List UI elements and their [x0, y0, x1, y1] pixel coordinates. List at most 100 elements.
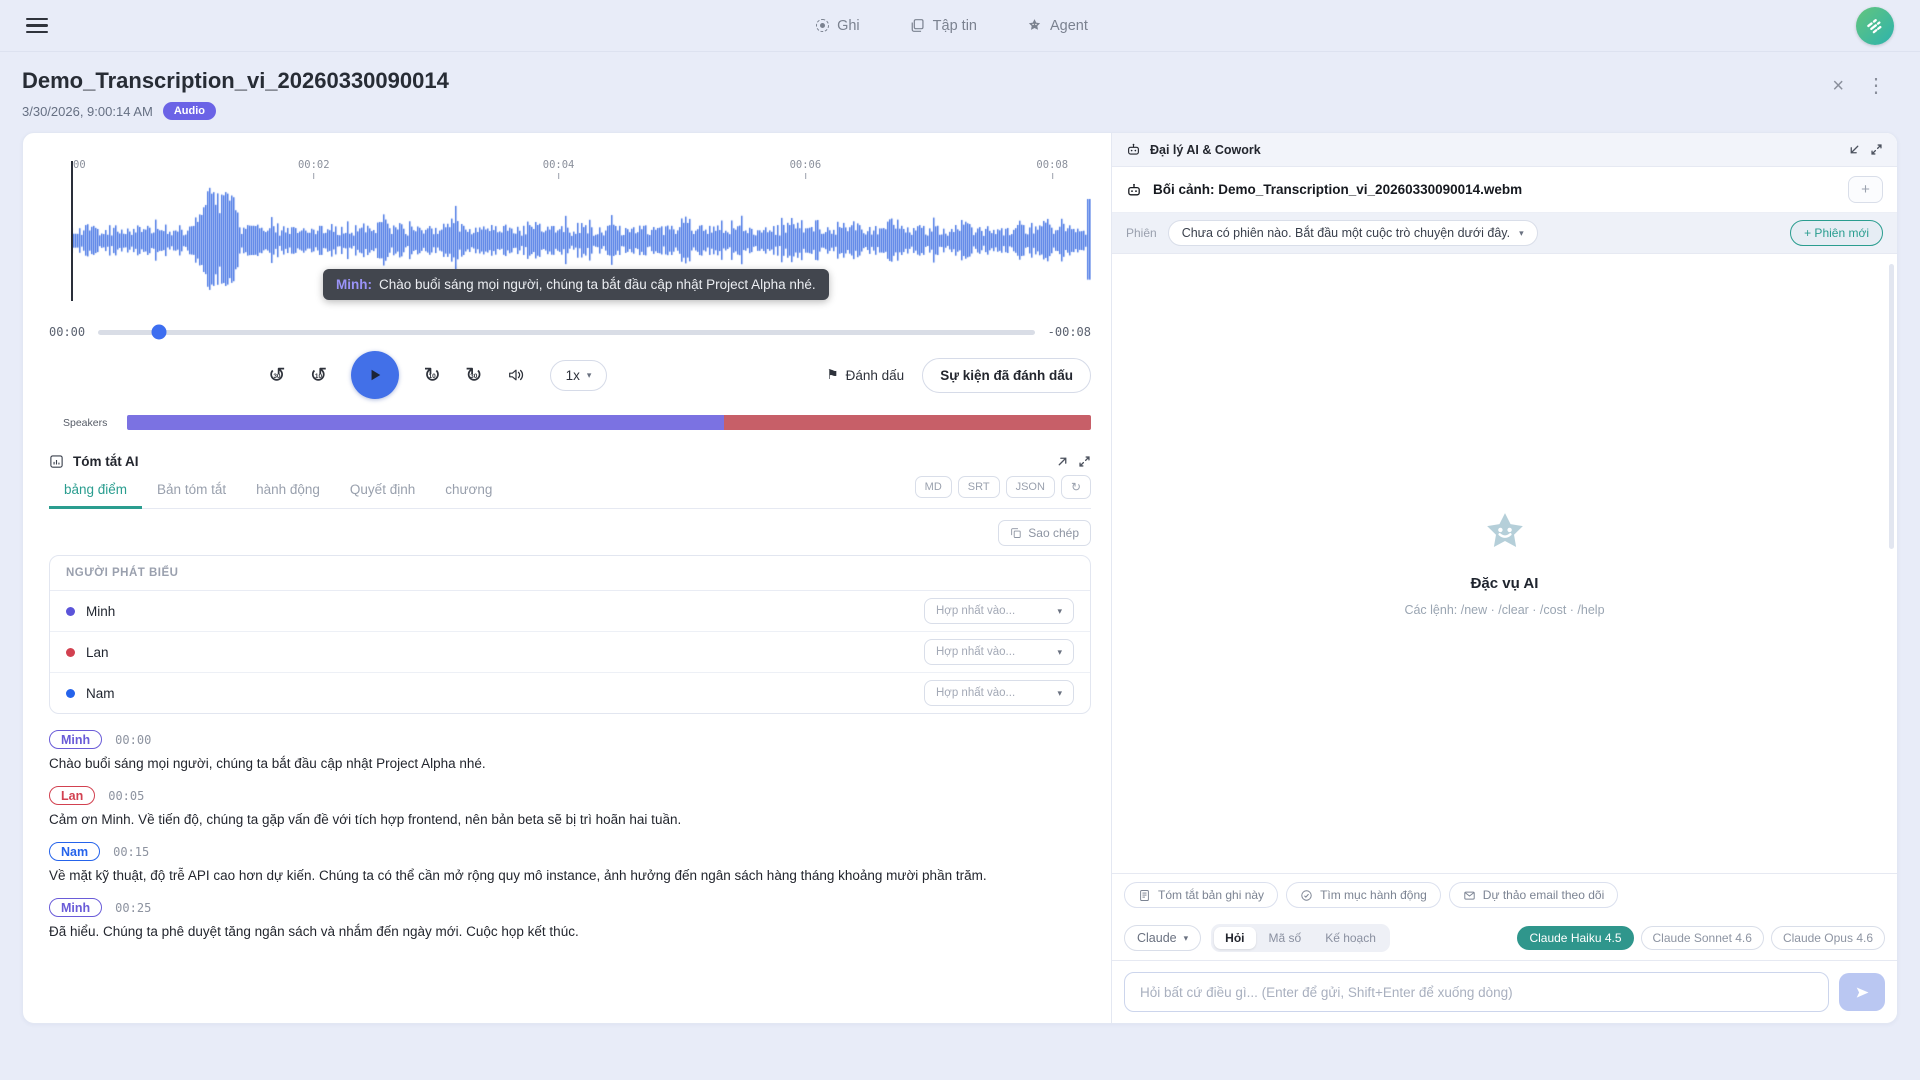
expand-icon[interactable] — [1078, 455, 1091, 468]
transcript-entry: Nam 00:15 Về mặt kỹ thuật, độ trễ API ca… — [49, 842, 1091, 883]
quick-action-button[interactable]: Dự thảo email theo dõi — [1448, 882, 1619, 908]
seek-slider[interactable] — [98, 324, 1035, 340]
speaker-segment-minh[interactable] — [127, 415, 724, 430]
speaker-color-dot — [66, 647, 75, 657]
send-icon — [1856, 986, 1868, 998]
speaker-name: Lan — [86, 644, 109, 660]
tab-1[interactable]: Bản tóm tắt — [142, 471, 241, 509]
skip-back-10-icon[interactable]: ↺ 10 — [310, 365, 328, 386]
robot-icon — [1126, 182, 1142, 198]
player-section: 00 00:02 00:04 00:06 00:08 Minh: Chào bu… — [23, 133, 1111, 1023]
session-select[interactable]: Chưa có phiên nào. Bắt đầu một cuộc trò … — [1167, 220, 1538, 246]
page-title: Demo_Transcription_vi_20260330090014 — [22, 68, 449, 93]
add-context-button[interactable]: + — [1848, 176, 1883, 203]
speaker-color-dot — [66, 606, 75, 616]
playback-speed-select[interactable]: 1x ▾ — [549, 359, 608, 391]
waveform-region[interactable]: 00 00:02 00:04 00:06 00:08 Minh: Chào bu… — [71, 159, 1091, 311]
refresh-icon[interactable]: ↻ — [1060, 475, 1091, 499]
chevron-down-icon: ▾ — [1183, 932, 1189, 943]
playhead[interactable] — [71, 161, 73, 301]
merge-into-select[interactable]: Hợp nhất vào... ▾ — [924, 598, 1074, 624]
skip-forward-10-icon[interactable]: ↻ 10 — [423, 365, 441, 386]
tab-3[interactable]: Quyết định — [335, 471, 430, 509]
timeline-ruler: 00 00:02 00:04 00:06 00:08 — [71, 159, 1091, 179]
chat-input-row — [1112, 960, 1897, 1023]
mode-segmented-control: Hỏi Mã số Kế hoạch — [1211, 924, 1390, 952]
flag-icon: ⚑ — [826, 367, 839, 382]
merge-placeholder: Hợp nhất vào... — [936, 687, 1016, 699]
agent-panel-header: Đại lý AI & Cowork — [1112, 133, 1897, 167]
context-row: Bối cảnh: Demo_Transcription_vi_20260330… — [1112, 167, 1897, 212]
tab-2[interactable]: hành động — [241, 471, 335, 509]
transcript-speaker-pill[interactable]: Minh — [49, 730, 103, 749]
ruler-tick-label: 00:04 — [542, 159, 575, 171]
play-button[interactable] — [351, 351, 400, 399]
check-circle-icon — [1300, 889, 1313, 902]
speed-value: 1x — [565, 367, 580, 383]
record-icon — [816, 19, 830, 32]
speakers-timeline[interactable] — [127, 415, 1091, 430]
collapse-icon[interactable] — [1848, 143, 1861, 156]
transcript-speaker-pill[interactable]: Minh — [49, 898, 103, 917]
model-pills: Claude Haiku 4.5 Claude Sonnet 4.6 Claude … — [1517, 926, 1885, 950]
export-buttons: MD SRT JSON ↻ — [914, 475, 1091, 508]
nav-tab-ghi[interactable]: Ghi — [816, 18, 860, 34]
transcript-speaker-pill[interactable]: Nam — [49, 842, 101, 861]
mode-2[interactable]: Kế hoạch — [1314, 927, 1387, 949]
transcript-entry: Minh 00:00 Chào buổi sáng mọi người, chú… — [49, 730, 1091, 771]
session-label: Phiên — [1126, 226, 1157, 240]
skip-back-30-icon[interactable]: ↺ 30 — [268, 365, 286, 386]
agent-panel: Đại lý AI & Cowork Bối cảnh: Demo_Transc… — [1111, 133, 1897, 1023]
chevron-down-icon: ▾ — [586, 369, 592, 380]
ruler-tick-label: 00:02 — [297, 159, 330, 171]
close-icon[interactable]: × — [1832, 76, 1844, 96]
app-logo[interactable] — [1855, 6, 1894, 45]
nav-tab-tap-tin[interactable]: Tập tin — [910, 18, 977, 34]
session-row: Phiên Chưa có phiên nào. Bắt đầu một cuộ… — [1112, 212, 1897, 254]
menu-button[interactable] — [26, 17, 48, 34]
merge-into-select[interactable]: Hợp nhất vào... ▾ — [924, 639, 1074, 665]
tooltip-speaker: Minh: — [336, 277, 372, 292]
kebab-menu-icon[interactable]: ⋮ — [1866, 76, 1886, 96]
export-md-button[interactable]: MD — [914, 476, 952, 498]
model-pill-2[interactable]: Claude Opus 4.6 — [1770, 926, 1885, 950]
seek-thumb[interactable] — [151, 324, 167, 340]
send-button[interactable] — [1839, 973, 1885, 1011]
provider-select[interactable]: Claude ▾ — [1124, 925, 1202, 951]
tab-0[interactable]: bảng điểm — [49, 471, 143, 509]
chat-input[interactable] — [1124, 972, 1829, 1012]
speaker-row: Minh Hợp nhất vào... ▾ — [50, 591, 1090, 632]
volume-icon[interactable] — [507, 367, 526, 383]
export-srt-button[interactable]: SRT — [957, 476, 1000, 498]
expand-icon[interactable] — [1870, 143, 1883, 156]
quick-action-button[interactable]: Tóm tắt bản ghi này — [1124, 882, 1279, 908]
open-external-icon[interactable] — [1056, 455, 1069, 468]
quick-action-button[interactable]: Tìm mục hành động — [1286, 882, 1441, 908]
speaker-row: Lan Hợp nhất vào... ▾ — [50, 632, 1090, 673]
tab-4[interactable]: chương — [430, 471, 507, 509]
skip-forward-30-icon[interactable]: ↻ 30 — [465, 365, 483, 386]
transcript-timestamp: 00:15 — [113, 844, 150, 859]
summary-icon — [49, 454, 64, 469]
export-json-button[interactable]: JSON — [1005, 476, 1055, 498]
mode-0[interactable]: Hỏi — [1214, 927, 1256, 949]
transcript-text: Chào buổi sáng mọi người, chúng ta bắt đ… — [49, 756, 486, 771]
mark-button[interactable]: ⚑ Đánh dấu — [827, 367, 905, 383]
session-value: Chưa có phiên nào. Bắt đầu một cuộc trò … — [1181, 226, 1511, 240]
doc-icon — [1138, 889, 1151, 902]
marked-events-button[interactable]: Sự kiện đã đánh dấu — [922, 357, 1091, 393]
model-pill-0[interactable]: Claude Haiku 4.5 — [1517, 926, 1634, 950]
model-pill-1[interactable]: Claude Sonnet 4.6 — [1640, 926, 1764, 950]
nav-tab-agent[interactable]: Agent — [1027, 18, 1088, 34]
mode-1[interactable]: Mã số — [1258, 927, 1313, 949]
speaker-segment-lan[interactable] — [723, 415, 1091, 430]
transcript-speaker-pill[interactable]: Lan — [49, 786, 96, 805]
copy-label: Sao chép — [1028, 526, 1079, 540]
scrollbar[interactable] — [1889, 264, 1894, 549]
transcript-entry: Minh 00:25 Đã hiểu. Chúng ta phê duyệt t… — [49, 898, 1091, 939]
transcript-text: Đã hiểu. Chúng ta phê duyệt tăng ngân sá… — [49, 924, 579, 939]
copy-button[interactable]: Sao chép — [998, 520, 1091, 546]
merge-into-select[interactable]: Hợp nhất vào... ▾ — [924, 680, 1074, 706]
new-session-button[interactable]: + Phiên mới — [1790, 220, 1883, 246]
transcript-text: Cảm ơn Minh. Về tiến độ, chúng ta gặp vấ… — [49, 812, 682, 827]
